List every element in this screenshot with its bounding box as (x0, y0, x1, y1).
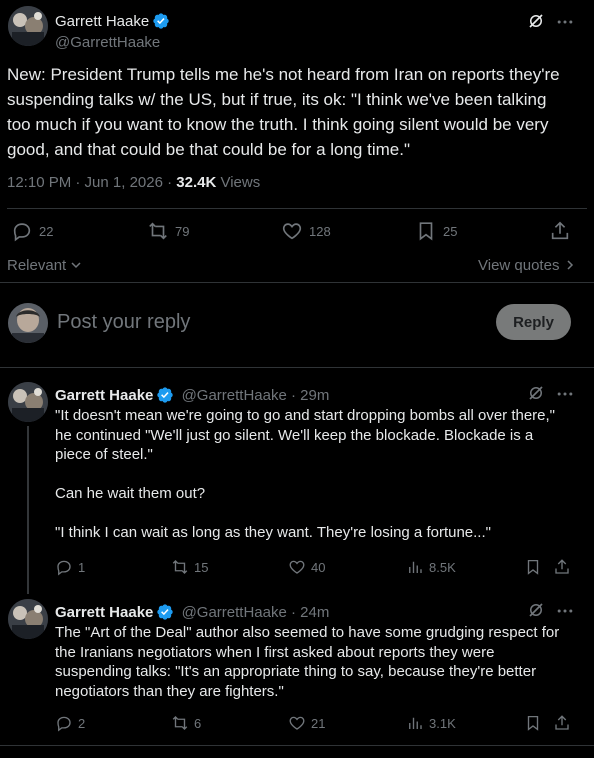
current-user-avatar[interactable] (8, 303, 48, 343)
more-options-icon[interactable] (555, 601, 575, 621)
reply-actions: 1 15 40 8.5K (55, 558, 575, 580)
verified-badge-icon (152, 12, 170, 30)
reply-author-name[interactable]: Garrett Haake (55, 387, 153, 404)
reply-input[interactable]: Post your reply (57, 311, 190, 334)
bookmark-action[interactable] (524, 714, 542, 732)
repost-icon (147, 220, 169, 242)
like-count: 21 (311, 715, 326, 731)
share-icon (549, 220, 571, 242)
repost-icon (171, 558, 189, 576)
heart-icon (288, 558, 306, 576)
reply-count: 2 (78, 715, 86, 731)
heart-icon (281, 220, 303, 242)
divider (0, 282, 594, 283)
bookmark-icon (524, 558, 542, 576)
repost-count: 15 (194, 559, 209, 575)
reply-button[interactable]: Reply (496, 304, 571, 340)
reply-icon (11, 220, 33, 242)
repost-count: 6 (194, 715, 202, 731)
grok-icon[interactable] (527, 601, 545, 619)
main-post-text: New: President Trump tells me he's not h… (7, 65, 560, 159)
reply-count: 22 (39, 223, 54, 239)
grok-icon[interactable] (527, 384, 545, 402)
reply-post[interactable]: Garrett Haake @GarrettHaake · 29m "It do… (0, 382, 594, 594)
reply-icon (55, 714, 73, 732)
bookmark-icon (415, 220, 437, 242)
reply-header: Garrett Haake @GarrettHaake · 29m (55, 386, 329, 404)
main-post-actions: 22 79 128 25 (7, 220, 587, 248)
verified-badge-icon (156, 603, 174, 621)
post-meta: 12:10 PM · Jun 1, 2026 · 32.4K Views (7, 174, 260, 191)
share-icon (553, 714, 571, 732)
sort-label: Relevant (7, 257, 67, 274)
bookmark-count: 25 (443, 223, 458, 239)
views-action[interactable]: 3.1K (406, 714, 456, 732)
like-action[interactable]: 128 (281, 220, 331, 242)
reply-post[interactable]: Garrett Haake @GarrettHaake · 24m The "A… (0, 599, 594, 749)
chevron-down-icon (70, 259, 82, 271)
view-quotes-label: View quotes (478, 257, 560, 274)
reply-handle-time[interactable]: @GarrettHaake · 29m (182, 387, 330, 404)
reply-action[interactable]: 1 (55, 558, 85, 576)
divider (0, 745, 594, 746)
like-action[interactable]: 40 (288, 558, 325, 576)
verified-badge-icon (156, 386, 174, 404)
reply-author-name[interactable]: Garrett Haake (55, 604, 153, 621)
views-count: 32.4K (176, 174, 217, 191)
chevron-right-icon (564, 259, 576, 271)
author-avatar[interactable] (8, 6, 48, 46)
divider (0, 367, 594, 368)
analytics-icon (406, 714, 424, 732)
views-action[interactable]: 8.5K (406, 558, 456, 576)
repost-count: 79 (175, 223, 190, 239)
repost-action[interactable]: 6 (171, 714, 201, 732)
more-options-icon[interactable] (555, 12, 575, 32)
like-action[interactable]: 21 (288, 714, 325, 732)
post-timestamp[interactable]: 12:10 PM · Jun 1, 2026 · (7, 174, 176, 191)
repost-action[interactable]: 15 (171, 558, 208, 576)
bookmark-action[interactable]: 25 (415, 220, 457, 242)
reply-icon (55, 558, 73, 576)
reply-count: 1 (78, 559, 86, 575)
more-options-icon[interactable] (555, 384, 575, 404)
reply-action[interactable]: 2 (55, 714, 85, 732)
reply-composer: Post your reply Reply (0, 290, 594, 356)
reply-handle-time[interactable]: @GarrettHaake · 24m (182, 604, 330, 621)
bookmark-icon (524, 714, 542, 732)
reply-header: Garrett Haake @GarrettHaake · 24m (55, 603, 329, 621)
reply-author-avatar[interactable] (8, 382, 48, 422)
heart-icon (288, 714, 306, 732)
reply-action[interactable]: 22 (11, 220, 53, 242)
thread-line (27, 426, 29, 594)
views-label: Views (216, 174, 261, 191)
author-name[interactable]: Garrett Haake (55, 12, 170, 30)
reply-actions: 2 6 21 3.1K (55, 714, 575, 736)
repost-icon (171, 714, 189, 732)
reply-author-avatar[interactable] (8, 599, 48, 639)
share-icon (553, 558, 571, 576)
bookmark-action[interactable] (524, 558, 542, 576)
main-post-header: Garrett Haake @GarrettHaake (8, 6, 588, 51)
share-action[interactable] (549, 220, 571, 242)
repost-action[interactable]: 79 (147, 220, 189, 242)
like-count: 40 (311, 559, 326, 575)
views-count: 3.1K (429, 715, 456, 731)
divider (7, 208, 587, 209)
reply-text: The "Art of the Deal" author also seemed… (55, 624, 560, 700)
reply-button-label: Reply (513, 313, 554, 331)
grok-icon[interactable] (527, 12, 545, 30)
analytics-icon (406, 558, 424, 576)
reply-text: "It doesn't mean we're going to go and s… (55, 407, 556, 541)
like-count: 128 (309, 223, 331, 239)
sort-dropdown[interactable]: Relevant (7, 257, 82, 274)
share-action[interactable] (553, 714, 571, 732)
author-handle[interactable]: @GarrettHaake (55, 34, 160, 51)
view-quotes-link[interactable]: View quotes (478, 257, 576, 274)
views-count: 8.5K (429, 559, 456, 575)
share-action[interactable] (553, 558, 571, 576)
